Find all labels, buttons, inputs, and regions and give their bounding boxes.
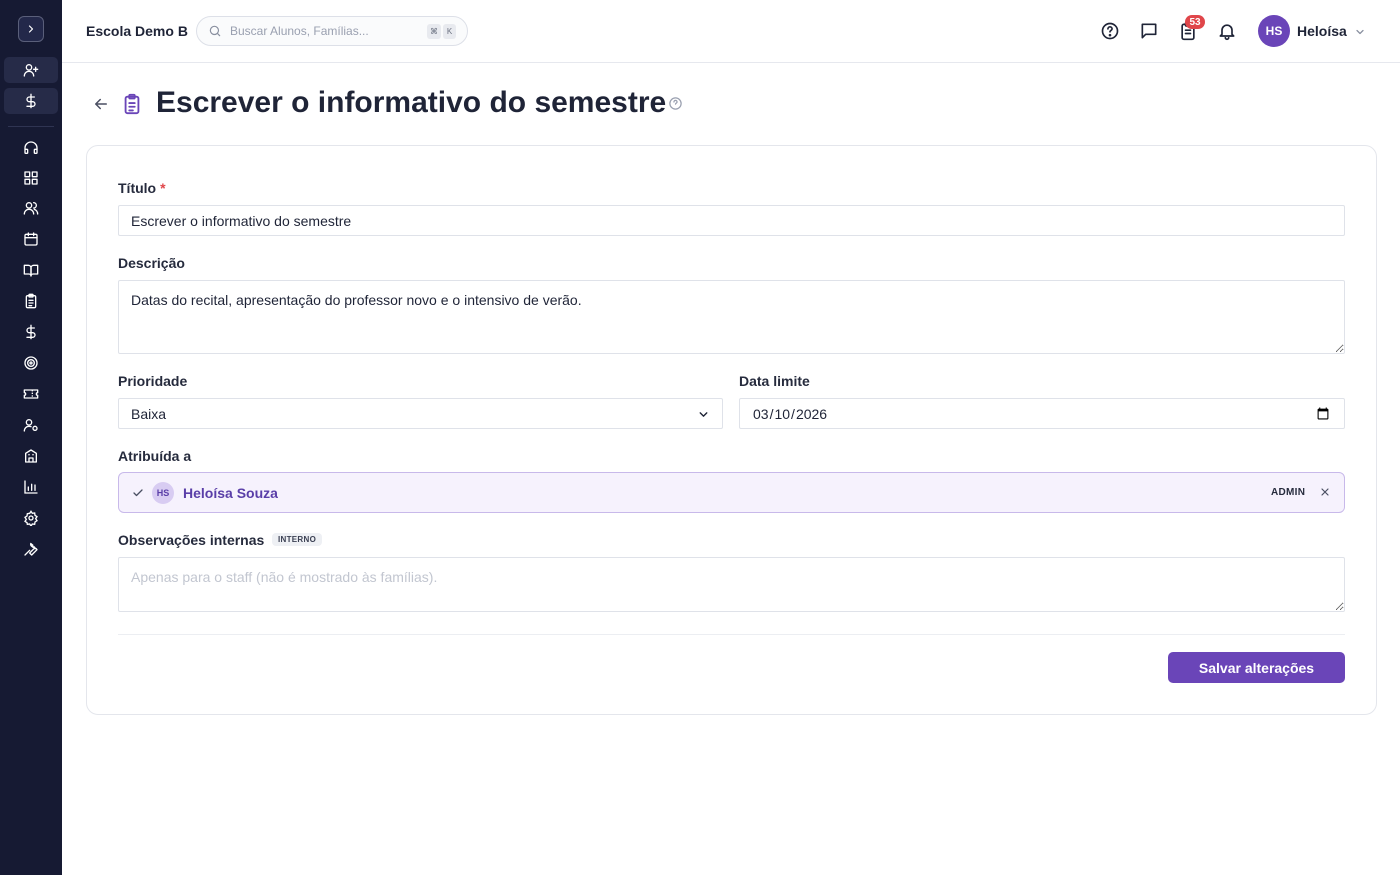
priority-label: Prioridade (118, 373, 188, 389)
title-label-text: Título (118, 180, 157, 196)
help-button[interactable] (1099, 20, 1121, 42)
sidebar-item-tasks[interactable] (4, 288, 58, 314)
ticket-icon (23, 389, 39, 399)
sidebar-item-reports[interactable] (4, 474, 58, 500)
dollar-icon (26, 324, 36, 340)
description-textarea[interactable]: Datas do recital, apresentação do profes… (118, 280, 1345, 354)
target-icon (24, 356, 38, 370)
internal-chip: INTERNO (272, 533, 323, 546)
chevron-down-icon (699, 412, 708, 417)
sidebar-item-tickets[interactable] (4, 381, 58, 407)
dashboard-icon (24, 171, 38, 185)
chevron-down-icon[interactable] (1354, 26, 1366, 38)
dollar-icon (26, 93, 36, 109)
assignee-role-badge: ADMIN (1271, 487, 1306, 498)
clipboard-icon (25, 293, 37, 309)
help-circle-icon (1101, 22, 1119, 40)
user-name[interactable]: Heloísa (1297, 23, 1347, 39)
notifications-button[interactable] (1216, 20, 1238, 42)
wrench-icon (24, 542, 38, 556)
sidebar-item-goals[interactable] (4, 350, 58, 376)
sidebar-item-people[interactable] (4, 195, 58, 221)
sidebar-toggle-button[interactable] (18, 16, 44, 42)
notes-textarea[interactable] (118, 557, 1345, 612)
search-icon (209, 25, 221, 37)
tasks-count-badge: 53 (1185, 15, 1205, 29)
sidebar-item-add-student[interactable] (4, 57, 58, 83)
sidebar-item-school[interactable] (4, 443, 58, 469)
chevron-right-icon (28, 25, 34, 33)
search-input[interactable] (230, 24, 420, 38)
priority-value: Baixa (131, 405, 167, 422)
sidebar-item-dashboard[interactable] (4, 165, 58, 191)
required-mark: * (160, 180, 166, 196)
building-icon (25, 449, 37, 463)
page-title: Escrever o informativo do semestre (156, 86, 667, 119)
bell-icon (1219, 24, 1235, 41)
user-settings-icon (23, 419, 38, 432)
gear-icon (24, 510, 38, 526)
calendar-icon (24, 232, 38, 246)
priority-select[interactable]: Baixa (118, 398, 723, 429)
help-circle-icon[interactable] (668, 96, 683, 111)
title-input[interactable] (118, 205, 1345, 236)
assignee-avatar: HS (152, 482, 174, 504)
top-header: Escola Demo B ⌘ K (62, 0, 1400, 63)
title-label: Título * (118, 180, 166, 196)
sidebar (0, 0, 62, 875)
form-divider (118, 634, 1345, 635)
save-button[interactable]: Salvar alterações (1168, 652, 1345, 683)
clipboard-icon (124, 93, 140, 115)
shortcut-mod-key: ⌘ (427, 24, 441, 39)
users-icon (23, 202, 39, 215)
arrow-left-icon[interactable] (92, 95, 110, 113)
bar-chart-icon (24, 480, 38, 494)
message-square-icon (1141, 23, 1157, 39)
sidebar-divider (8, 126, 54, 127)
sidebar-item-staff[interactable] (4, 412, 58, 438)
book-icon (23, 264, 39, 277)
due-date-label: Data limite (739, 373, 810, 389)
search-box[interactable]: ⌘ K (196, 16, 468, 46)
user-avatar[interactable]: HS (1258, 15, 1290, 47)
school-name: Escola Demo B (86, 23, 188, 39)
description-label: Descrição (118, 255, 185, 271)
user-plus-icon (23, 63, 39, 77)
due-date-input[interactable] (739, 398, 1345, 429)
notes-label: Observações internas (118, 532, 265, 548)
sidebar-item-finance[interactable] (4, 319, 58, 345)
shortcut-key: K (443, 24, 456, 39)
messages-button[interactable] (1138, 20, 1160, 42)
assignee-option[interactable]: HS Heloísa Souza ADMIN (118, 472, 1345, 513)
assignee-name: Heloísa Souza (183, 485, 278, 501)
sidebar-item-courses[interactable] (4, 257, 58, 283)
sidebar-item-payments[interactable] (4, 88, 58, 114)
check-icon (133, 489, 143, 497)
sidebar-item-tools[interactable] (4, 536, 58, 562)
sidebar-item-settings[interactable] (4, 505, 58, 531)
headset-icon (24, 141, 38, 154)
assigned-label: Atribuída a (118, 448, 192, 464)
sidebar-item-calendar[interactable] (4, 226, 58, 252)
close-icon[interactable] (1319, 486, 1331, 498)
sidebar-item-support[interactable] (4, 135, 58, 161)
